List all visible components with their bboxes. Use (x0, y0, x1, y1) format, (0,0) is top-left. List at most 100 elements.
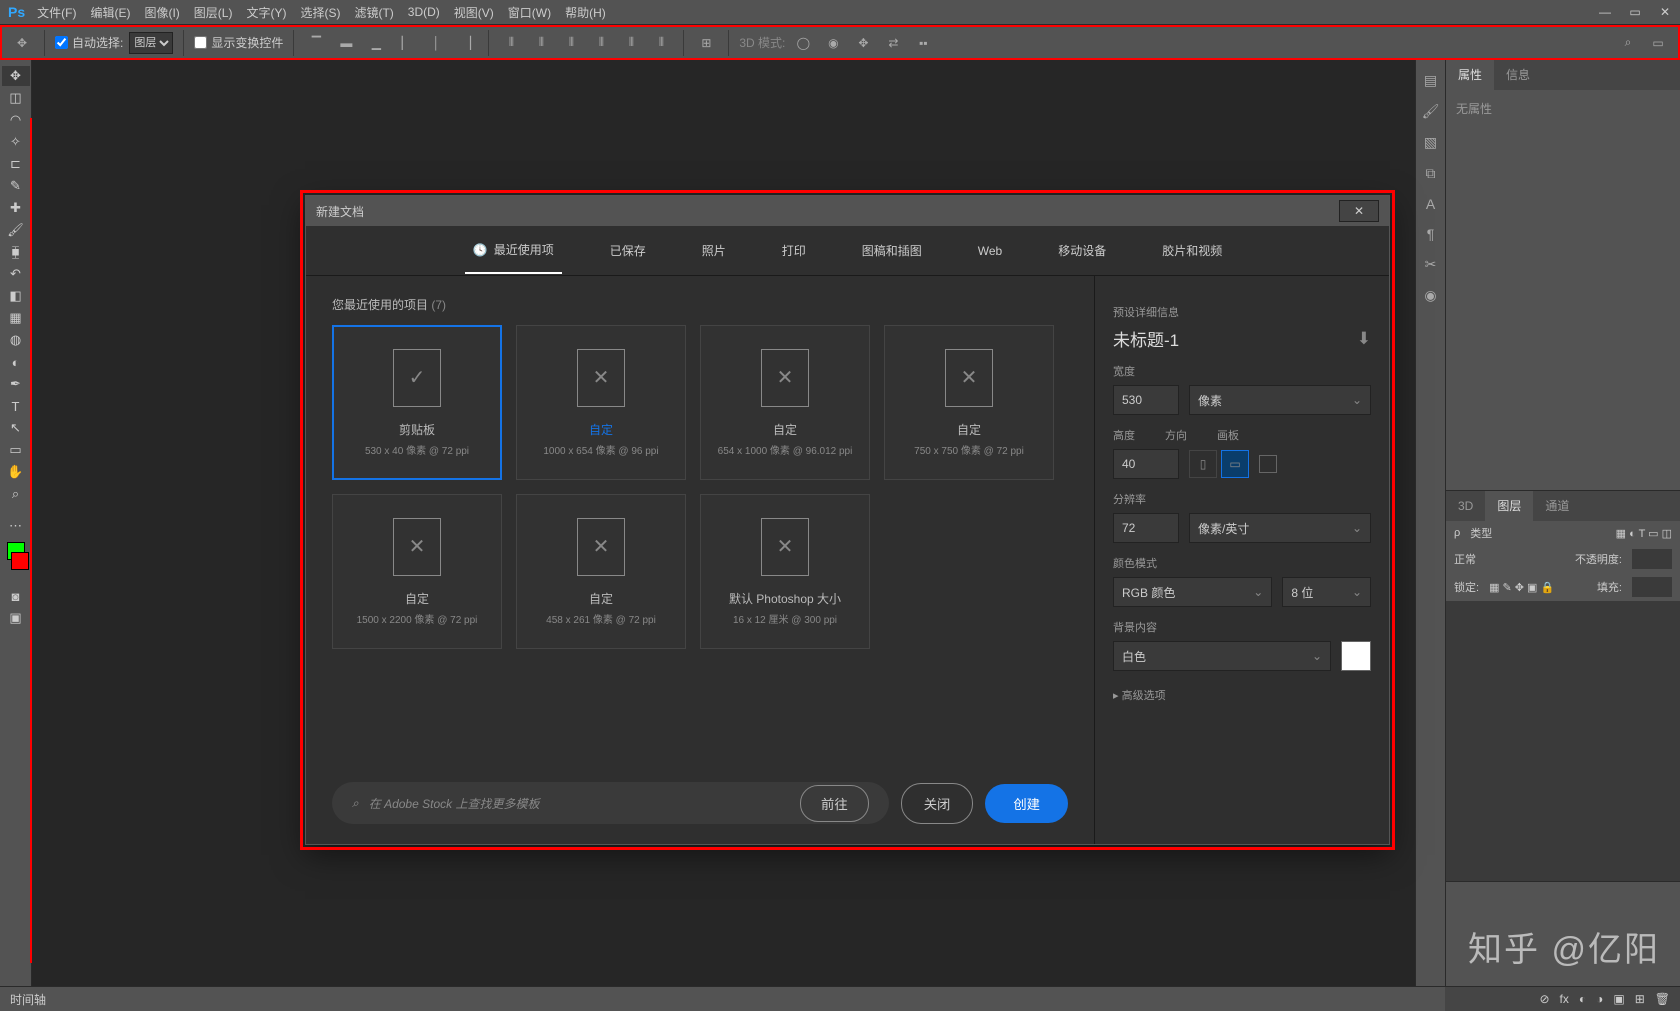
zoom-3d-icon[interactable]: ▪▪ (911, 31, 935, 55)
tab-info[interactable]: 信息 (1494, 60, 1542, 90)
preset-3[interactable]: ✕ 自定 750 x 750 像素 @ 72 ppi (884, 325, 1054, 480)
distribute-right-icon[interactable]: ⫴ (649, 31, 673, 55)
align-left-icon[interactable]: ▏ (394, 31, 418, 55)
brush-preset-icon[interactable]: ▧ (1424, 134, 1437, 151)
auto-select-checkbox[interactable]: 自动选择: (55, 34, 123, 51)
quickmask-tool[interactable]: ◙ (2, 586, 30, 606)
roll-3d-icon[interactable]: ◉ (821, 31, 845, 55)
screenmode-tool[interactable]: ▣ (2, 608, 30, 628)
layers-list[interactable] (1446, 601, 1680, 881)
bit-depth[interactable]: 8 位 (1282, 577, 1371, 607)
close-window-button[interactable]: ✕ (1650, 1, 1680, 23)
menu-3d[interactable]: 3D(D) (408, 5, 440, 19)
orient-portrait[interactable]: ▯ (1189, 450, 1217, 478)
adjustment-icon[interactable]: ◑ (1596, 992, 1603, 1006)
mask-icon[interactable]: ◐ (1579, 992, 1586, 1006)
bg-select[interactable]: 白色 (1113, 641, 1331, 671)
menu-view[interactable]: 视图(V) (454, 4, 494, 21)
tab-properties[interactable]: 属性 (1446, 60, 1494, 90)
shape-tool[interactable]: ▭ (2, 440, 30, 460)
trash-icon[interactable]: 🗑 (1655, 992, 1670, 1006)
pen-tool[interactable]: ✒ (2, 374, 30, 394)
distribute-hcenter-icon[interactable]: ⫴ (619, 31, 643, 55)
blur-tool[interactable]: ◍ (2, 330, 30, 350)
tab-film[interactable]: 胶片和视频 (1154, 228, 1230, 273)
group-icon[interactable]: ▣ (1613, 992, 1624, 1006)
orbit-3d-icon[interactable]: ◯ (791, 31, 815, 55)
blend-mode[interactable]: 正常 (1454, 551, 1476, 567)
go-button[interactable]: 前往 (800, 785, 869, 822)
save-preset-icon[interactable]: ⬇ (1357, 329, 1371, 349)
tab-mobile[interactable]: 移动设备 (1050, 228, 1114, 273)
gradient-tool[interactable]: ▦ (2, 308, 30, 328)
brush-tool[interactable]: 🖌 (2, 220, 30, 240)
zoom-tool[interactable]: ⌕ (2, 484, 30, 504)
link-layers-icon[interactable]: ⊘ (1539, 992, 1549, 1006)
dodge-tool[interactable]: ◐ (2, 352, 30, 372)
auto-select-target[interactable]: 图层 (129, 32, 173, 54)
slide-3d-icon[interactable]: ⇄ (881, 31, 905, 55)
lasso-tool[interactable]: ◠ (2, 110, 30, 130)
menu-filter[interactable]: 滤镜(T) (354, 4, 393, 21)
width-input[interactable] (1113, 385, 1179, 415)
tab-saved[interactable]: 已保存 (602, 228, 654, 273)
menu-select[interactable]: 选择(S) (300, 4, 340, 21)
color-panel-icon[interactable]: ◉ (1424, 287, 1436, 304)
preset-2[interactable]: ✕ 自定 654 x 1000 像素 @ 96.012 ppi (700, 325, 870, 480)
menu-window[interactable]: 窗口(W) (508, 4, 551, 21)
swatches-panel-icon[interactable]: ✂ (1425, 256, 1437, 273)
preset-6[interactable]: ✕ 默认 Photoshop 大小 16 x 12 厘米 @ 300 ppi (700, 494, 870, 649)
para-panel-icon[interactable]: ¶ (1427, 226, 1435, 242)
menu-image[interactable]: 图像(I) (144, 4, 179, 21)
marquee-tool[interactable]: ◫ (2, 88, 30, 108)
char-panel-icon[interactable]: A (1426, 196, 1435, 212)
clone-panel-icon[interactable]: ⧉ (1426, 165, 1436, 182)
menu-file[interactable]: 文件(F) (37, 4, 76, 21)
tab-channels[interactable]: 通道 (1533, 491, 1581, 521)
opacity-input[interactable] (1632, 549, 1672, 569)
crop-tool[interactable]: ⊏ (2, 154, 30, 174)
align-top-icon[interactable]: ▔ (304, 31, 328, 55)
move-tool[interactable]: ✥ (2, 66, 30, 86)
workspace-icon[interactable]: ▭ (1646, 31, 1670, 55)
menu-edit[interactable]: 编辑(E) (90, 4, 130, 21)
show-transform-checkbox[interactable]: 显示变换控件 (194, 34, 283, 51)
orient-landscape[interactable]: ▭ (1221, 450, 1249, 478)
doc-name[interactable]: 未标题-1 (1113, 326, 1179, 351)
close-button[interactable]: 关闭 (901, 783, 974, 824)
align-hcenter-icon[interactable]: │ (424, 31, 448, 55)
preset-5[interactable]: ✕ 自定 458 x 261 像素 @ 72 ppi (516, 494, 686, 649)
new-layer-icon[interactable]: ⊞ (1635, 992, 1645, 1006)
stock-search[interactable]: ⌕ 在 Adobe Stock 上查找更多模板 前往 (332, 782, 889, 824)
auto-align-icon[interactable]: ⊞ (694, 31, 718, 55)
search-icon[interactable]: ⌕ (1616, 31, 1640, 55)
maximize-button[interactable]: ▭ (1620, 1, 1650, 23)
pan-3d-icon[interactable]: ✥ (851, 31, 875, 55)
align-vcenter-icon[interactable]: ▬ (334, 31, 358, 55)
stamp-tool[interactable]: ⧯ (2, 242, 30, 262)
background-color[interactable] (11, 552, 29, 570)
tab-web[interactable]: Web (970, 230, 1010, 272)
tab-recent[interactable]: 🕓 最近使用项 (465, 227, 562, 274)
width-unit[interactable]: 像素 (1189, 385, 1371, 415)
menu-type[interactable]: 文字(Y) (246, 4, 286, 21)
preset-1[interactable]: ✕ 自定 1000 x 654 像素 @ 96 ppi (516, 325, 686, 480)
resolution-input[interactable] (1113, 513, 1179, 543)
align-bottom-icon[interactable]: ▁ (364, 31, 388, 55)
timeline-label[interactable]: 时间轴 (10, 991, 46, 1008)
history-panel-icon[interactable]: ▤ (1424, 72, 1437, 89)
distribute-top-icon[interactable]: ⫴ (499, 31, 523, 55)
distribute-bottom-icon[interactable]: ⫴ (559, 31, 583, 55)
fill-input[interactable] (1632, 577, 1672, 597)
edit-toolbar[interactable]: ⋯ (2, 516, 30, 536)
preset-4[interactable]: ✕ 自定 1500 x 2200 像素 @ 72 ppi (332, 494, 502, 649)
distribute-vcenter-icon[interactable]: ⫴ (529, 31, 553, 55)
hand-tool[interactable]: ✋ (2, 462, 30, 482)
path-tool[interactable]: ↖ (2, 418, 30, 438)
bg-swatch[interactable] (1341, 641, 1371, 671)
height-input[interactable] (1113, 449, 1179, 479)
heal-tool[interactable]: ✚ (2, 198, 30, 218)
fx-icon[interactable]: fx (1560, 992, 1569, 1006)
advanced-options[interactable]: ▸ 高级选项 (1113, 687, 1371, 703)
menu-layer[interactable]: 图层(L) (194, 4, 233, 21)
